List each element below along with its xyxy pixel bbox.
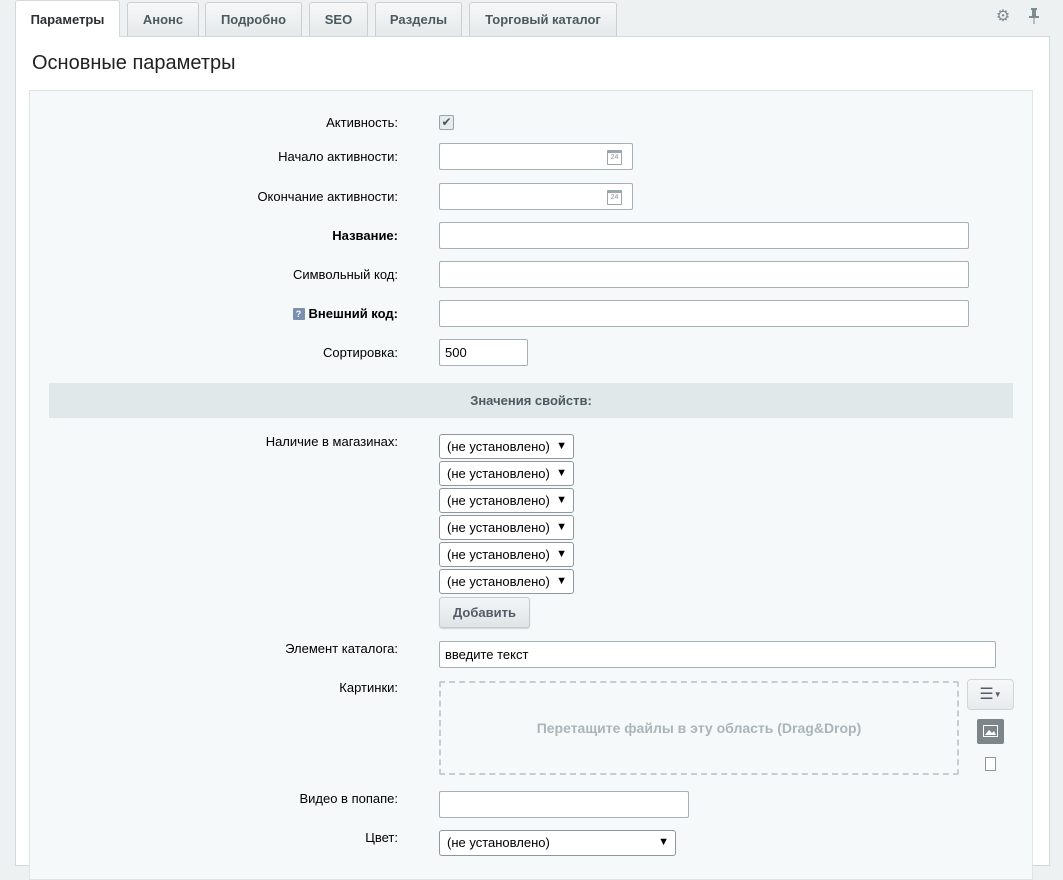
color-select[interactable]: (не установлено) ▼ [439, 830, 676, 856]
store-select[interactable]: (не установлено) ▼ [439, 434, 574, 459]
tab-parameters[interactable]: Параметры [15, 0, 120, 37]
calendar-icon[interactable]: 24 [607, 190, 622, 205]
store-select[interactable]: (не установлено) ▼ [439, 461, 574, 486]
active-from-label: Начало активности: [278, 149, 398, 164]
name-label: Название: [332, 228, 398, 243]
chevron-down-icon: ▼ [556, 467, 567, 479]
active-to-input[interactable] [439, 183, 633, 210]
code-input[interactable] [439, 261, 969, 288]
file-icon[interactable] [985, 757, 996, 771]
sort-input[interactable]: 500 [439, 339, 528, 366]
active-from-input[interactable] [439, 143, 633, 170]
pin-icon[interactable] [1027, 8, 1041, 26]
add-button[interactable]: Добавить [439, 597, 530, 628]
chevron-down-icon: ▼ [556, 548, 567, 560]
pictures-label: Картинки: [339, 680, 398, 695]
properties-header: Значения свойств: [49, 383, 1013, 418]
tab-announce[interactable]: Анонс [127, 2, 199, 36]
form-area: Активность: ✔ Начало активности: 24 Окон… [29, 90, 1033, 880]
chevron-down-icon: ▼ [556, 494, 567, 506]
right-margin [1050, 0, 1063, 858]
store-select-value: (не установлено) [447, 520, 550, 535]
catalog-item-input[interactable]: введите текст [439, 641, 996, 668]
tab-sections[interactable]: Разделы [375, 2, 462, 36]
xml-id-input[interactable] [439, 300, 969, 327]
color-select-value: (не установлено) [447, 835, 550, 850]
chevron-down-icon: ▼ [658, 836, 669, 848]
store-select[interactable]: (не установлено) ▼ [439, 542, 574, 567]
sort-label: Сортировка: [323, 345, 398, 360]
gear-icon[interactable]: ⚙ [995, 9, 1011, 25]
help-icon[interactable]: ? [292, 308, 305, 320]
main-panel: Основные параметры Активность: ✔ Начало … [15, 36, 1050, 880]
tab-seo[interactable]: SEO [309, 2, 368, 36]
stores-label: Наличие в магазинах: [265, 434, 398, 449]
active-checkbox[interactable]: ✔ [439, 115, 454, 130]
chevron-down-icon: ▼ [556, 521, 567, 533]
file-dropzone[interactable]: Перетащите файлы в эту область (Drag&Dro… [439, 681, 959, 775]
store-select-value: (не установлено) [447, 439, 550, 454]
store-select-value: (не установлено) [447, 493, 550, 508]
color-label: Цвет: [365, 830, 398, 845]
store-select-value: (не установлено) [447, 574, 550, 589]
tab-trade-catalog[interactable]: Торговый каталог [469, 2, 617, 36]
xml-id-label: ? Внешний код: [292, 306, 398, 321]
video-input[interactable] [439, 791, 689, 818]
store-select[interactable]: (не установлено) ▼ [439, 488, 574, 513]
video-label: Видео в попапе: [299, 791, 398, 806]
tab-details[interactable]: Подробно [205, 2, 302, 36]
menu-icon[interactable]: ☰▼ [967, 679, 1014, 710]
chevron-down-icon: ▼ [556, 575, 567, 587]
name-input[interactable] [439, 222, 969, 249]
calendar-icon[interactable]: 24 [607, 150, 622, 165]
chevron-down-icon: ▼ [556, 440, 567, 452]
store-select-value: (не установлено) [447, 466, 550, 481]
xml-id-label-text: Внешний код: [308, 306, 398, 321]
store-select[interactable]: (не установлено) ▼ [439, 515, 574, 540]
chevron-down-icon: ▼ [993, 690, 1002, 699]
tab-bar: Параметры Анонс Подробно SEO Разделы Тор… [15, 0, 1050, 37]
page-title: Основные параметры [32, 52, 236, 74]
active-label: Активность: [326, 115, 398, 130]
image-icon-svg [983, 725, 998, 737]
store-select[interactable]: (не установлено) ▼ [439, 569, 574, 594]
left-margin [0, 0, 15, 858]
active-to-label: Окончание активности: [257, 189, 398, 204]
code-label: Символьный код: [292, 267, 398, 282]
pin-icon-svg [1029, 8, 1039, 24]
store-select-value: (не установлено) [447, 547, 550, 562]
catalog-item-label: Элемент каталога: [285, 641, 398, 656]
image-icon[interactable] [977, 719, 1004, 744]
